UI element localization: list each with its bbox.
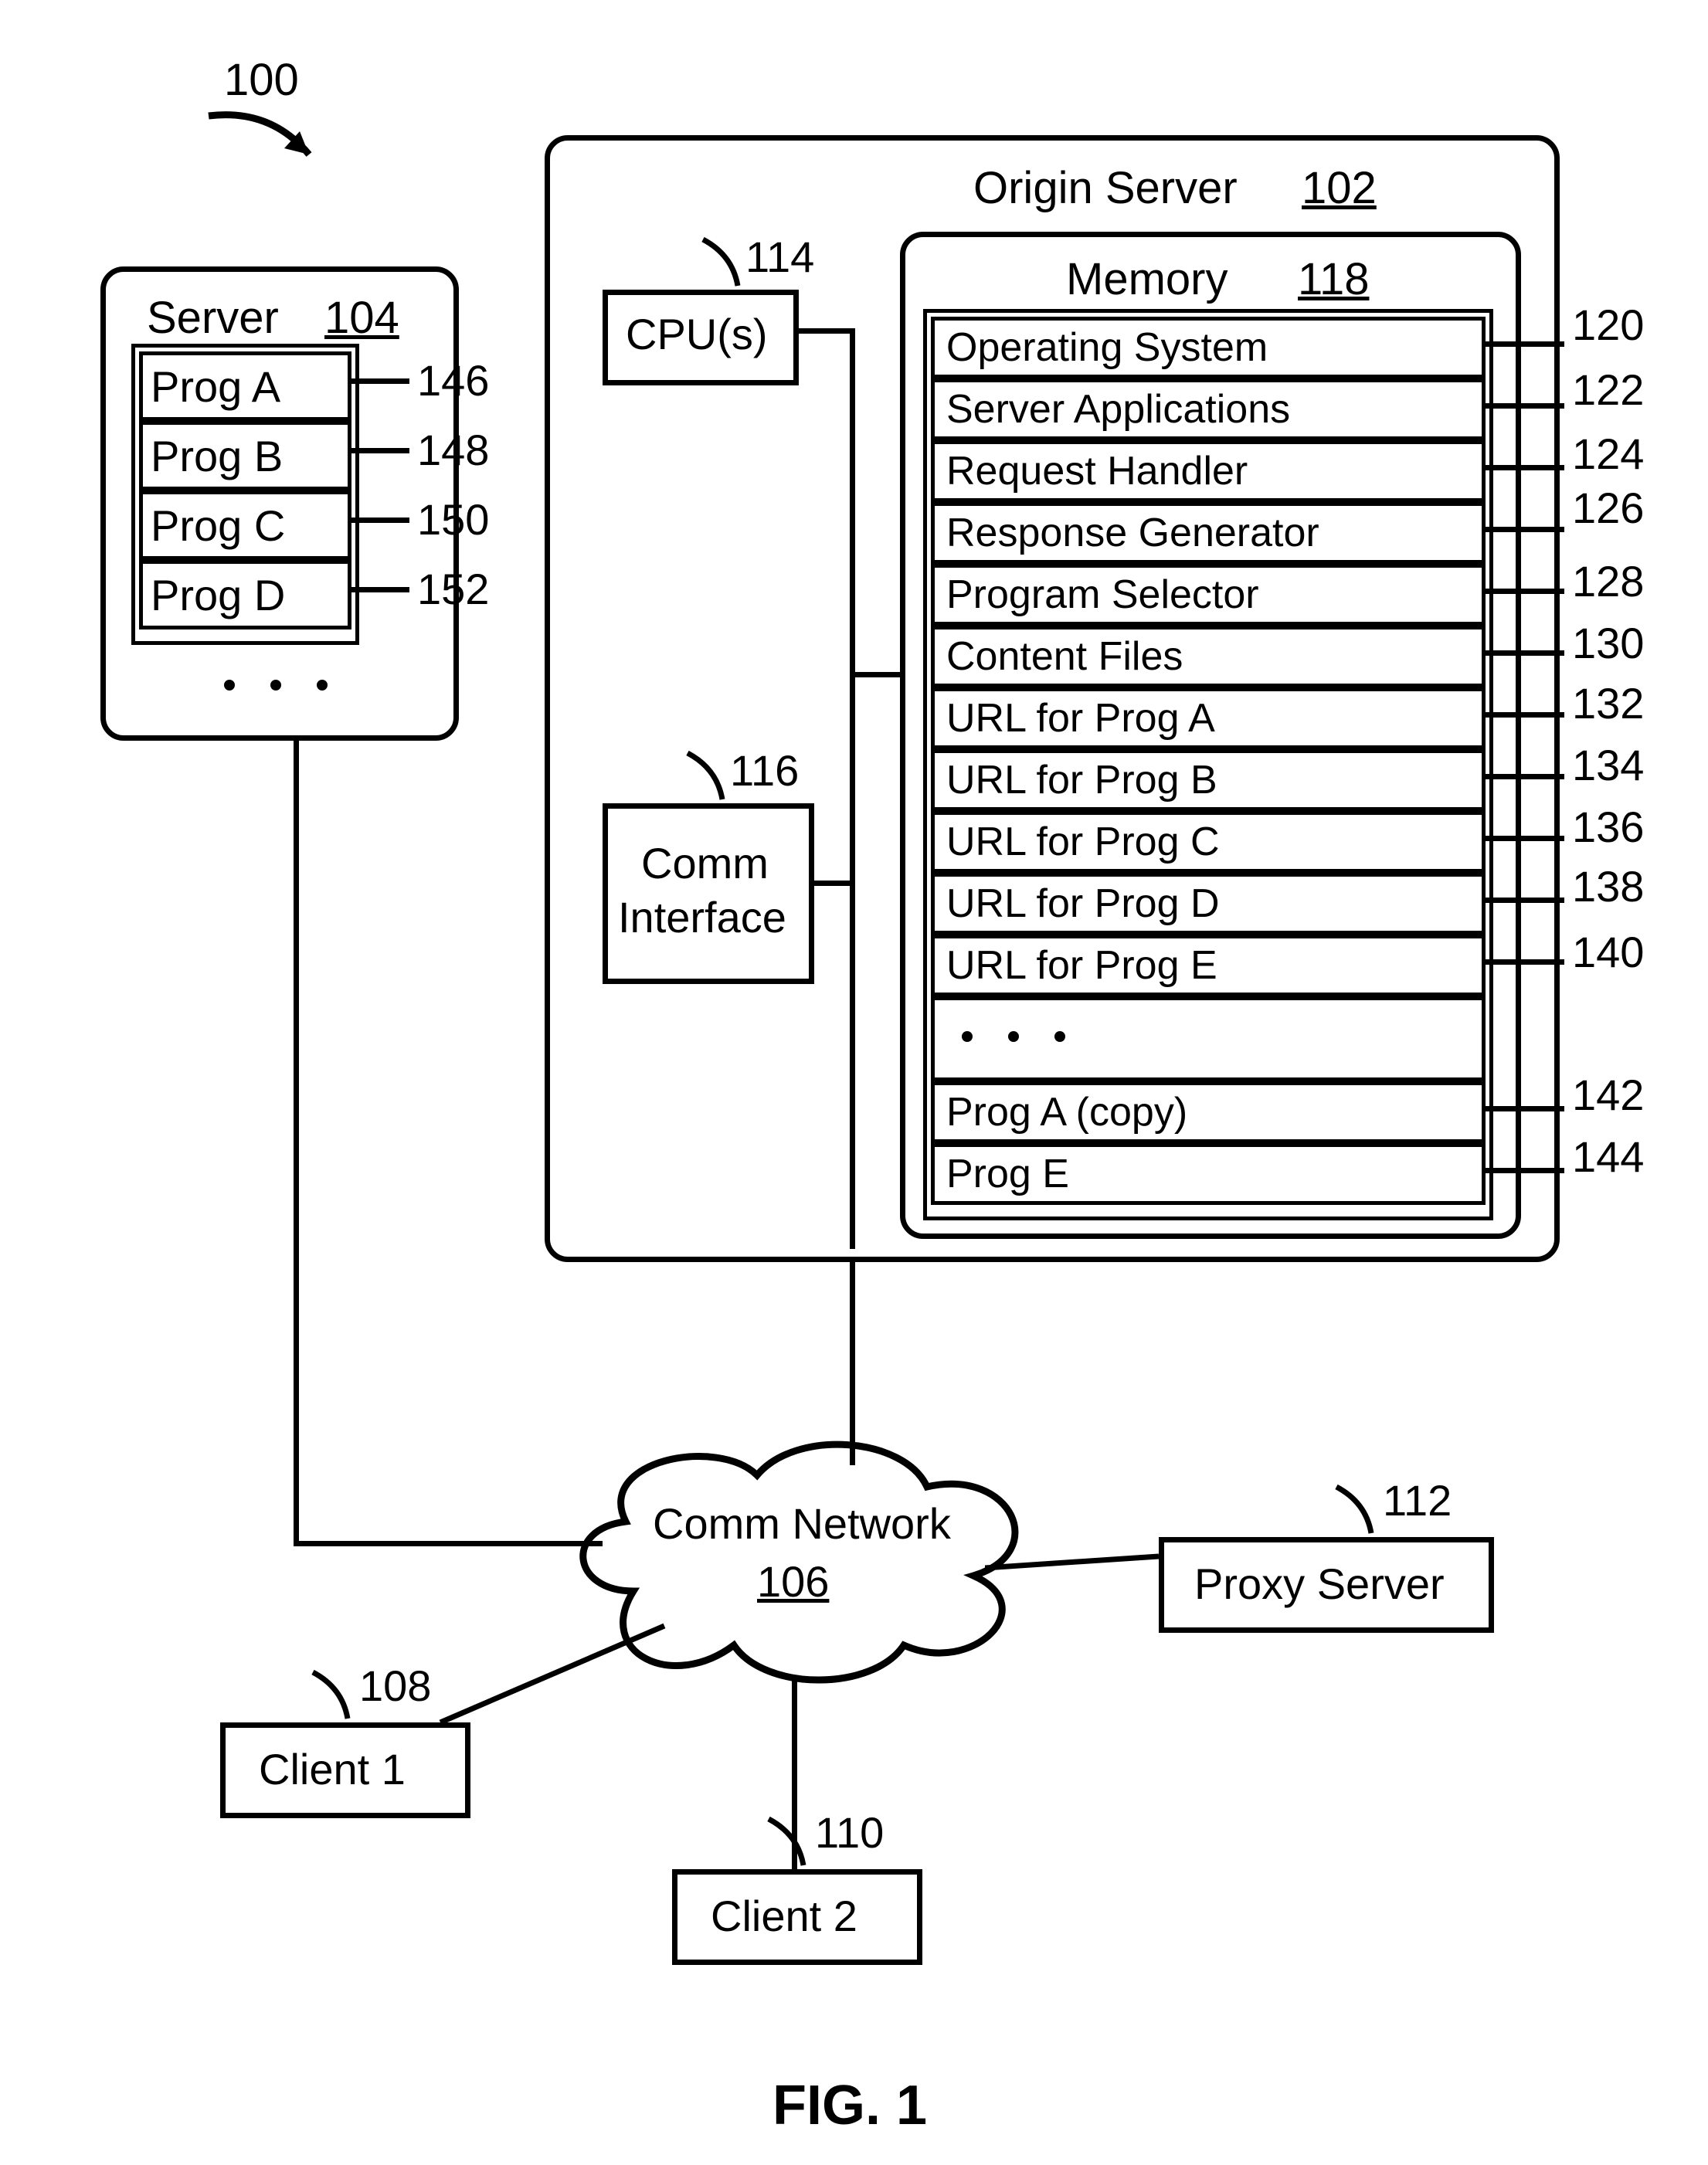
ref-134: 134	[1572, 740, 1644, 790]
ref-128: 128	[1572, 556, 1644, 606]
mem-row-b0-text: Prog A (copy)	[946, 1089, 1187, 1135]
ref-100: 100	[224, 54, 299, 106]
mem-row-10-text: URL for Prog E	[946, 942, 1217, 989]
origin-server-ref: 102	[1302, 162, 1377, 214]
lead	[351, 517, 409, 523]
dot	[1054, 1031, 1065, 1042]
ref-112: 112	[1383, 1475, 1452, 1525]
lead	[1483, 712, 1564, 718]
bus	[809, 881, 850, 886]
mem-row-6-text: URL for Prog A	[946, 695, 1215, 741]
dot	[962, 1031, 973, 1042]
ref-132: 132	[1572, 678, 1644, 728]
dot	[270, 680, 281, 691]
arrow-100	[201, 100, 355, 193]
ref-142: 142	[1572, 1070, 1644, 1120]
link-origin-net	[850, 1257, 855, 1465]
ref-124: 124	[1572, 429, 1644, 479]
mem-row-9-text: URL for Prog D	[946, 881, 1220, 927]
lead	[1483, 589, 1564, 594]
ref-146: 146	[417, 355, 489, 406]
link-c1-net	[433, 1618, 672, 1734]
ref-108: 108	[359, 1661, 431, 1711]
dot	[317, 680, 328, 691]
lead	[1483, 465, 1564, 470]
bus	[793, 328, 850, 334]
ref-116: 116	[730, 745, 799, 796]
bus	[855, 672, 902, 677]
server-104-row-0-text: Prog A	[151, 361, 280, 412]
lead-110	[761, 1811, 823, 1873]
ref-138: 138	[1572, 861, 1644, 911]
lead	[1483, 774, 1564, 779]
server-104-ref: 104	[324, 292, 399, 344]
mem-row-8-text: URL for Prog C	[946, 819, 1220, 865]
lead	[1483, 959, 1564, 965]
ref-150: 150	[417, 494, 489, 545]
network-ref: 106	[757, 1556, 829, 1607]
bus-vertical	[850, 328, 855, 1249]
origin-server-title: Origin Server	[973, 162, 1238, 214]
server-104-title: Server	[147, 292, 279, 344]
server-104-row-3-text: Prog D	[151, 570, 285, 620]
comm-label-1: Comm	[641, 838, 769, 888]
ref-110: 110	[815, 1807, 884, 1858]
lead	[1483, 341, 1564, 347]
lead-112	[1329, 1479, 1391, 1541]
network-label: Comm Network	[653, 1498, 951, 1549]
memory-ref: 118	[1298, 253, 1369, 305]
mem-row-2-text: Request Handler	[946, 448, 1248, 494]
memory-title: Memory	[1066, 253, 1228, 305]
proxy-label: Proxy Server	[1194, 1559, 1445, 1609]
lead	[351, 587, 409, 592]
mem-row-4-text: Program Selector	[946, 572, 1259, 618]
figure-caption: FIG. 1	[773, 2074, 927, 2137]
client2-label: Client 2	[711, 1891, 857, 1941]
lead	[1483, 650, 1564, 656]
ref-122: 122	[1572, 365, 1644, 415]
ref-120: 120	[1572, 300, 1644, 350]
link-104-net-v	[294, 735, 299, 1546]
ref-144: 144	[1572, 1132, 1644, 1182]
lead-108	[305, 1664, 367, 1726]
ref-148: 148	[417, 425, 489, 475]
ref-126: 126	[1572, 483, 1644, 533]
lead	[1483, 836, 1564, 841]
mem-row-5-text: Content Files	[946, 633, 1183, 680]
lead	[351, 448, 409, 453]
cpu-label: CPU(s)	[626, 309, 768, 359]
ref-130: 130	[1572, 618, 1644, 668]
lead	[1483, 1106, 1564, 1111]
mem-row-7-text: URL for Prog B	[946, 757, 1217, 803]
lead	[1483, 403, 1564, 409]
server-104-row-1-text: Prog B	[151, 431, 283, 481]
ref-114: 114	[745, 232, 814, 282]
mem-row-1-text: Server Applications	[946, 386, 1290, 433]
lead	[351, 378, 409, 384]
link-104-net-h	[294, 1541, 603, 1546]
lead	[1483, 527, 1564, 532]
client1-label: Client 1	[259, 1744, 406, 1794]
server-104-row-2-text: Prog C	[151, 501, 285, 551]
lead	[1483, 898, 1564, 903]
lead	[1483, 1168, 1564, 1173]
mem-row-b1-text: Prog E	[946, 1151, 1069, 1197]
dot	[1008, 1031, 1019, 1042]
comm-label-2: Interface	[618, 892, 786, 942]
link-proxy-net	[985, 1506, 1163, 1583]
ref-152: 152	[417, 564, 489, 614]
mem-row-3-text: Response Generator	[946, 510, 1319, 556]
ref-140: 140	[1572, 927, 1644, 977]
ref-136: 136	[1572, 802, 1644, 852]
mem-row-0-text: Operating System	[946, 324, 1268, 371]
dot	[224, 680, 235, 691]
